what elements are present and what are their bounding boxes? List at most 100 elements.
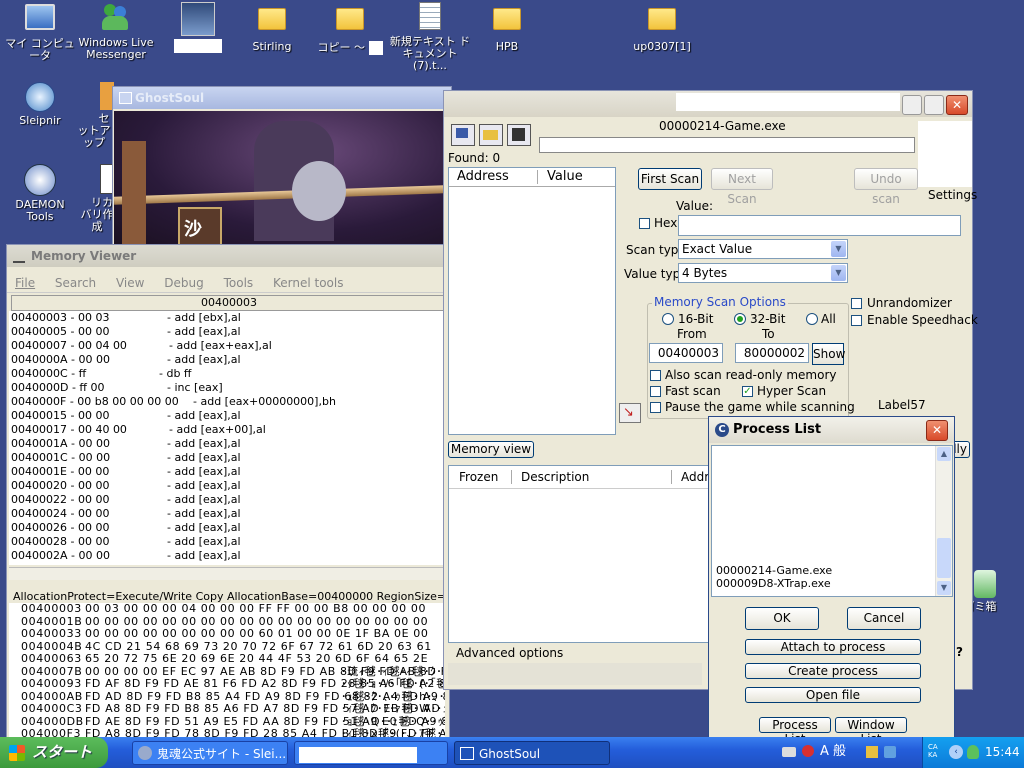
col-value[interactable]: Value xyxy=(547,168,583,186)
save-button[interactable] xyxy=(507,124,531,146)
settings-label[interactable]: Settings xyxy=(928,188,977,202)
table-row[interactable]: 0040000A - 00 00 - add [eax],al xyxy=(9,353,445,367)
table-row[interactable]: 00400017 - 00 40 00 - add [eax+00],al xyxy=(9,423,445,437)
ime-language-bar[interactable]: A 般 xyxy=(780,740,910,764)
also-readonly-checkbox[interactable] xyxy=(650,370,661,381)
table-row[interactable]: 00400003 - 00 03 - add [ebx],al xyxy=(9,311,445,325)
add-address-arrow-button[interactable]: ↘ xyxy=(619,403,641,423)
start-button[interactable]: スタート xyxy=(0,737,108,768)
table-row[interactable]: 00400026 - 00 00 - add [eax],al xyxy=(9,521,445,535)
table-row[interactable]: 00400003 00 03 00 00 00 04 00 00 00 FF FF… xyxy=(9,603,445,616)
table-row[interactable]: 004000C3 FD A8 8D F9 FD B8 85 A6 FD A7 8D… xyxy=(9,702,445,716)
table-row[interactable]: 0040000F - 00 b8 00 00 00 00 - add [eax+0… xyxy=(9,395,445,409)
desktop-icon-my-computer[interactable]: マイ コンピュータ xyxy=(0,2,80,62)
table-row[interactable]: 0040001A - 00 00 - add [eax],al xyxy=(9,437,445,451)
scroll-down-button[interactable]: ▼ xyxy=(937,581,951,595)
desktop-icon-daemon-tools[interactable]: DAEMON Tools xyxy=(0,164,80,223)
menu-view[interactable]: View xyxy=(116,276,144,290)
value-input[interactable] xyxy=(678,215,961,236)
from-address-input[interactable]: 00400003 xyxy=(649,343,723,363)
advanced-options-label[interactable]: Advanced options xyxy=(456,646,563,660)
menu-kernel-tools[interactable]: Kernel tools xyxy=(273,276,344,290)
to-address-input[interactable]: 80000002 xyxy=(735,343,809,363)
memory-viewer-window[interactable]: Memory Viewer File Search View Debug Too… xyxy=(6,244,474,740)
open-file-button[interactable] xyxy=(479,124,503,146)
desktop-icon-stirling[interactable]: Stirling xyxy=(232,4,312,53)
table-row[interactable]: 0040000C - ff - db ff xyxy=(9,367,445,381)
close-button[interactable]: ✕ xyxy=(926,420,948,441)
scroll-up-button[interactable]: ▲ xyxy=(937,447,951,461)
maximize-button[interactable] xyxy=(924,95,944,115)
disassembly-view[interactable]: 00400003 - 00 03- add [ebx],al 00400005 -… xyxy=(9,311,445,565)
table-row[interactable]: 00400093 FD AF 8D F9 FD AE 81 F6 FD A2 8D… xyxy=(9,677,445,691)
process-list-scrollbar[interactable]: ▲ ▼ xyxy=(935,446,952,596)
fast-scan-checkbox[interactable] xyxy=(650,386,661,397)
desktop-icon-sleipnir[interactable]: Sleipnir xyxy=(0,82,80,127)
table-row[interactable]: 0040001E - 00 00 - add [eax],al xyxy=(9,465,445,479)
cancel-button[interactable]: Cancel xyxy=(847,607,921,630)
table-row[interactable]: 0040001C - 00 00 - add [eax],al xyxy=(9,451,445,465)
col-frozen[interactable]: Frozen xyxy=(459,466,498,488)
ok-button[interactable]: OK xyxy=(745,607,819,630)
hyper-scan-checkbox[interactable]: ✓ xyxy=(742,386,753,397)
table-row[interactable]: 0040002A - 00 00 - add [eax],al xyxy=(9,549,445,563)
desktop-icon-textfile[interactable]: 新規テキスト ドキュメント (7).t... xyxy=(388,2,472,72)
speedhack-checkbox[interactable] xyxy=(851,315,862,326)
radio-16bit[interactable] xyxy=(662,313,674,325)
table-row[interactable]: 0040000D - ff 00 - inc [eax] xyxy=(9,381,445,395)
taskbar-button-blank[interactable] xyxy=(294,741,448,765)
open-process-button[interactable] xyxy=(451,124,475,146)
disasm-scrollbar[interactable] xyxy=(9,567,445,580)
table-row[interactable]: 00400063 65 20 72 75 6E 20 69 6E 20 44 4F… xyxy=(9,652,445,666)
disasm-header[interactable]: 00400003 xyxy=(11,295,447,311)
ce-titlebar[interactable]: ✕ xyxy=(444,91,972,117)
game-viewport[interactable]: 沙 xyxy=(114,111,444,245)
process-list-dialog[interactable]: C Process List ✕ 00000214-Game.exe 00000… xyxy=(708,416,955,746)
hex-view[interactable]: 00400003 00 03 00 00 00 04 00 00 00 FF FF… xyxy=(9,603,445,739)
desktop-icon-copy[interactable]: コピー ～ xyxy=(310,4,390,55)
table-row[interactable]: 00400015 - 00 00 - add [eax],al xyxy=(9,409,445,423)
results-list[interactable]: Address Value xyxy=(448,167,616,435)
unrandomizer-checkbox[interactable] xyxy=(851,298,862,309)
menu-file[interactable]: File xyxy=(15,276,35,290)
desktop-icon-hpb[interactable]: HPB xyxy=(467,4,547,53)
desktop-icon-up0307[interactable]: up0307[1] xyxy=(622,4,702,53)
tray-chevron-icon[interactable]: ‹ xyxy=(949,745,963,759)
address-list[interactable]: Frozen Description Addre xyxy=(448,465,716,643)
table-row[interactable]: 00400005 - 00 00 - add [eax],al xyxy=(9,325,445,339)
process-listbox[interactable]: 00000214-Game.exe 000009D8-XTrap.exe ▲ ▼ xyxy=(711,445,953,597)
radio-all[interactable] xyxy=(806,313,818,325)
tab-window-list[interactable]: Window List xyxy=(835,717,907,746)
minimize-button[interactable] xyxy=(902,95,922,115)
table-row[interactable]: 00400022 - 00 00 - add [eax],al xyxy=(9,493,445,507)
ghostsoul-window[interactable]: GhostSoul 沙 xyxy=(112,86,452,246)
radio-32bit[interactable] xyxy=(734,313,746,325)
taskbar-button-ghostsoul[interactable]: GhostSoul xyxy=(454,741,610,765)
list-item[interactable]: 00000214-Game.exe xyxy=(716,564,832,577)
help-label[interactable]: ? xyxy=(956,645,963,659)
memory-view-button[interactable]: Memory view xyxy=(448,441,534,458)
list-item[interactable]: 000009D8-XTrap.exe xyxy=(716,577,831,590)
menu-search[interactable]: Search xyxy=(55,276,96,290)
table-row[interactable]: 00400028 - 00 00 - add [eax],al xyxy=(9,535,445,549)
next-scan-button[interactable]: Next Scan xyxy=(711,168,773,206)
scan-type-select[interactable]: Exact Value ▼ xyxy=(678,239,848,259)
pause-game-checkbox[interactable] xyxy=(650,402,661,413)
menu-debug[interactable]: Debug xyxy=(164,276,203,290)
first-scan-button[interactable]: First Scan xyxy=(638,168,702,190)
close-button[interactable]: ✕ xyxy=(946,95,968,115)
show-button[interactable]: Show xyxy=(812,343,845,365)
table-row[interactable]: 00400033 00 00 00 00 00 00 00 00 00 60 01… xyxy=(9,627,445,641)
undo-scan-button[interactable]: Undo scan xyxy=(854,168,918,206)
value-type-select[interactable]: 4 Bytes ▼ xyxy=(678,263,848,283)
messenger-tray-icon[interactable] xyxy=(967,745,979,759)
col-description[interactable]: Description xyxy=(521,466,589,488)
tab-process-list[interactable]: Process List xyxy=(759,717,831,746)
open-file-button[interactable]: Open file xyxy=(745,687,921,703)
scroll-thumb[interactable] xyxy=(937,538,951,578)
desktop-icon-app[interactable] xyxy=(158,2,238,53)
menu-tools[interactable]: Tools xyxy=(224,276,254,290)
create-process-button[interactable]: Create process xyxy=(745,663,921,679)
table-row[interactable]: 00400024 - 00 00 - add [eax],al xyxy=(9,507,445,521)
ghostsoul-titlebar[interactable]: GhostSoul xyxy=(113,87,451,109)
